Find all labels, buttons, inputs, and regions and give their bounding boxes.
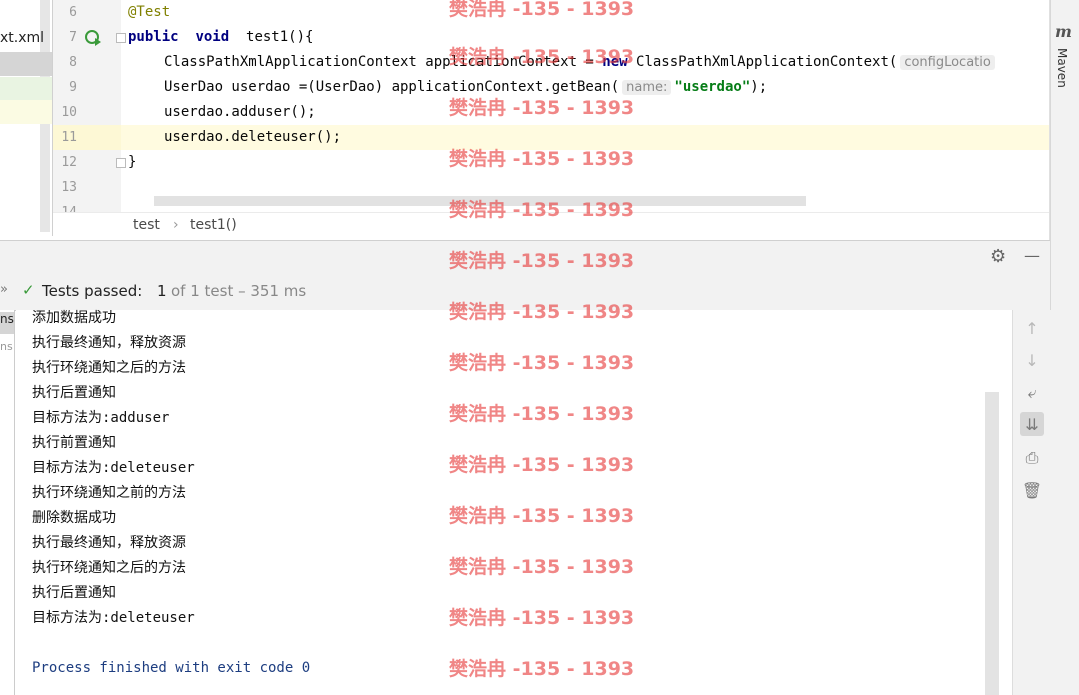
console-line: 添加数据成功 bbox=[32, 310, 116, 326]
console-line: 执行前置通知 bbox=[32, 435, 116, 451]
console-line: 删除数据成功 bbox=[32, 510, 116, 526]
watermark: 樊浩冉 -135 - 1393 bbox=[449, 0, 635, 20]
maven-tab[interactable]: Maven bbox=[1055, 48, 1069, 88]
console-scrollbar[interactable] bbox=[985, 392, 999, 695]
annotation: @Test bbox=[128, 4, 171, 20]
breadcrumb-method[interactable]: test1() bbox=[190, 217, 237, 233]
watermark: 樊浩冉 -135 - 1393 bbox=[449, 658, 635, 680]
console-line: 执行最终通知，释放资源 bbox=[32, 335, 186, 351]
line-number: 10 bbox=[61, 105, 77, 120]
watermark: 樊浩冉 -135 - 1393 bbox=[449, 250, 635, 272]
project-row[interactable] bbox=[0, 100, 52, 124]
watermark: 樊浩冉 -135 - 1393 bbox=[449, 97, 635, 119]
code-line-6: @Test bbox=[128, 0, 170, 25]
tests-detail: of 1 test – 351 ms bbox=[171, 282, 307, 300]
keyword: public bbox=[128, 29, 179, 45]
expand-icon[interactable]: » bbox=[0, 282, 8, 297]
code-line-12: } bbox=[128, 154, 137, 170]
breadcrumb-separator: › bbox=[173, 217, 179, 233]
project-file-label[interactable]: xt.xml bbox=[0, 30, 44, 46]
code-line-7: public void test1(){ bbox=[128, 25, 313, 50]
string-literal: "userdao" bbox=[674, 79, 751, 95]
parameter-hint: configLocatio bbox=[900, 55, 995, 70]
watermark: 樊浩冉 -135 - 1393 bbox=[449, 148, 635, 170]
process-exit-line: Process finished with exit code 0 bbox=[32, 660, 311, 676]
console-line: 执行后置通知 bbox=[32, 385, 116, 401]
code-line-11: userdao.deleteuser(); bbox=[164, 129, 342, 145]
project-row[interactable] bbox=[0, 77, 52, 100]
watermark: 樊浩冉 -135 - 1393 bbox=[449, 199, 635, 221]
method-signature: test1(){ bbox=[246, 29, 314, 45]
tests-passed-count: 1 bbox=[157, 282, 167, 300]
console-line: 目标方法为:deleteuser bbox=[32, 610, 195, 626]
watermark: 樊浩冉 -135 - 1393 bbox=[449, 454, 635, 476]
watermark: 樊浩冉 -135 - 1393 bbox=[449, 46, 635, 68]
console-line: 执行后置通知 bbox=[32, 585, 116, 601]
breadcrumb-class[interactable]: test bbox=[133, 217, 160, 233]
line-number: 9 bbox=[69, 80, 77, 95]
keyword: void bbox=[195, 29, 230, 45]
console-line: 目标方法为:adduser bbox=[32, 410, 170, 426]
console-line: 执行环绕通知之前的方法 bbox=[32, 485, 186, 501]
maven-logo-icon[interactable]: m bbox=[1055, 22, 1072, 41]
line-number: 8 bbox=[69, 55, 77, 70]
line-number: 11 bbox=[61, 130, 77, 145]
console-line: 执行环绕通知之后的方法 bbox=[32, 360, 186, 376]
maven-tool-strip: m Maven bbox=[1050, 0, 1079, 695]
test-tree-item-selected[interactable]: ns bbox=[0, 312, 14, 334]
run-test-icon[interactable] bbox=[84, 29, 102, 47]
test-tree-item[interactable]: ns bbox=[0, 340, 14, 353]
up-arrow-icon[interactable]: ↑ bbox=[1020, 316, 1044, 340]
minimize-icon[interactable]: — bbox=[1024, 246, 1040, 265]
fold-icon[interactable] bbox=[116, 158, 126, 168]
watermark: 樊浩冉 -135 - 1393 bbox=[449, 505, 635, 527]
code-text: ); bbox=[750, 79, 768, 95]
code-text: ClassPathXmlApplicationContext( bbox=[627, 54, 898, 70]
check-icon: ✓ bbox=[22, 281, 35, 299]
console-line: 目标方法为:deleteuser bbox=[32, 460, 195, 476]
test-tree: ns ns bbox=[0, 310, 15, 695]
line-number: 14 bbox=[53, 200, 77, 212]
watermark: 樊浩冉 -135 - 1393 bbox=[449, 607, 635, 629]
print-icon[interactable]: ⎙ bbox=[1020, 446, 1044, 470]
line-number: 12 bbox=[61, 155, 77, 170]
tests-passed-label: Tests passed: bbox=[42, 282, 143, 300]
scroll-to-end-icon[interactable]: ⇊ bbox=[1020, 412, 1044, 436]
line-number: 6 bbox=[69, 5, 77, 20]
watermark: 樊浩冉 -135 - 1393 bbox=[449, 403, 635, 425]
line-number: 7 bbox=[69, 30, 77, 45]
gear-icon[interactable]: ⚙ bbox=[990, 246, 1006, 267]
console-line: 执行环绕通知之后的方法 bbox=[32, 560, 186, 576]
project-pane: xt.xml bbox=[0, 0, 53, 236]
console-line: 执行最终通知，释放资源 bbox=[32, 535, 186, 551]
trash-icon[interactable]: 🗑 bbox=[1020, 478, 1044, 502]
code-line-10: userdao.adduser(); bbox=[164, 104, 316, 120]
project-row-selected[interactable] bbox=[0, 52, 52, 76]
watermark: 樊浩冉 -135 - 1393 bbox=[449, 556, 635, 578]
watermark: 樊浩冉 -135 - 1393 bbox=[449, 301, 635, 323]
watermark: 樊浩冉 -135 - 1393 bbox=[449, 352, 635, 374]
fold-icon[interactable] bbox=[116, 33, 126, 43]
line-number: 13 bbox=[61, 180, 77, 195]
down-arrow-icon[interactable]: ↓ bbox=[1020, 348, 1044, 372]
soft-wrap-icon[interactable]: ⤶ bbox=[1020, 381, 1044, 405]
